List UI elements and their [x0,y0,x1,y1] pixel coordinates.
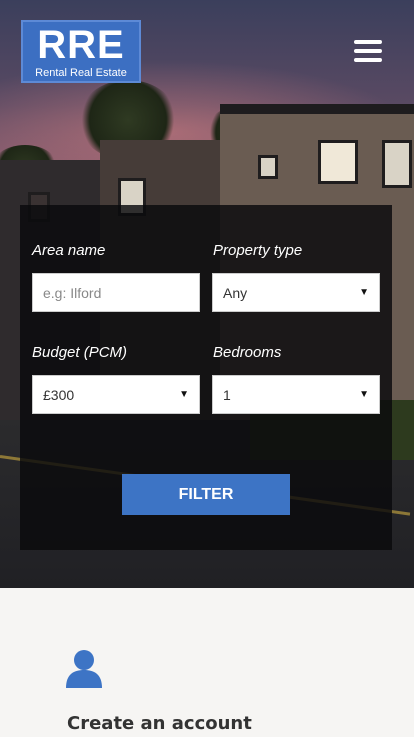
house-window [258,155,278,179]
logo-letters: RRE [37,23,125,67]
budget-value: £300 [43,386,75,403]
hamburger-menu-icon[interactable] [354,40,382,64]
bedrooms-label: Bedrooms [213,344,282,361]
menu-bar [354,49,382,53]
site-logo[interactable]: RRE Rental Real Estate [21,20,141,83]
area-name-input[interactable] [43,284,189,301]
create-account-section: Create an account [0,588,414,737]
property-type-select[interactable]: Any ▼ [212,273,380,312]
house-roof [220,104,414,114]
budget-select[interactable]: £300 ▼ [32,375,200,414]
logo-tagline: Rental Real Estate [35,67,127,79]
area-name-field[interactable] [32,273,200,312]
filter-button[interactable]: FILTER [122,474,290,515]
user-icon [66,650,102,688]
property-type-label: Property type [213,242,303,259]
area-name-label: Area name [32,242,106,259]
menu-bar [354,40,382,44]
dropdown-arrow-icon: ▼ [359,389,369,400]
budget-label: Budget (PCM) [32,344,128,361]
bedrooms-select[interactable]: 1 ▼ [212,375,380,414]
dropdown-arrow-icon: ▼ [179,389,189,400]
house-window [318,140,358,184]
house-window [382,140,412,188]
bedrooms-value: 1 [223,386,231,403]
menu-bar [354,58,382,62]
dropdown-arrow-icon: ▼ [359,287,369,298]
property-type-value: Any [223,284,248,301]
create-account-heading[interactable]: Create an account [67,713,252,734]
search-filter-panel: Area name Property type Any ▼ Budget (PC… [20,205,392,550]
